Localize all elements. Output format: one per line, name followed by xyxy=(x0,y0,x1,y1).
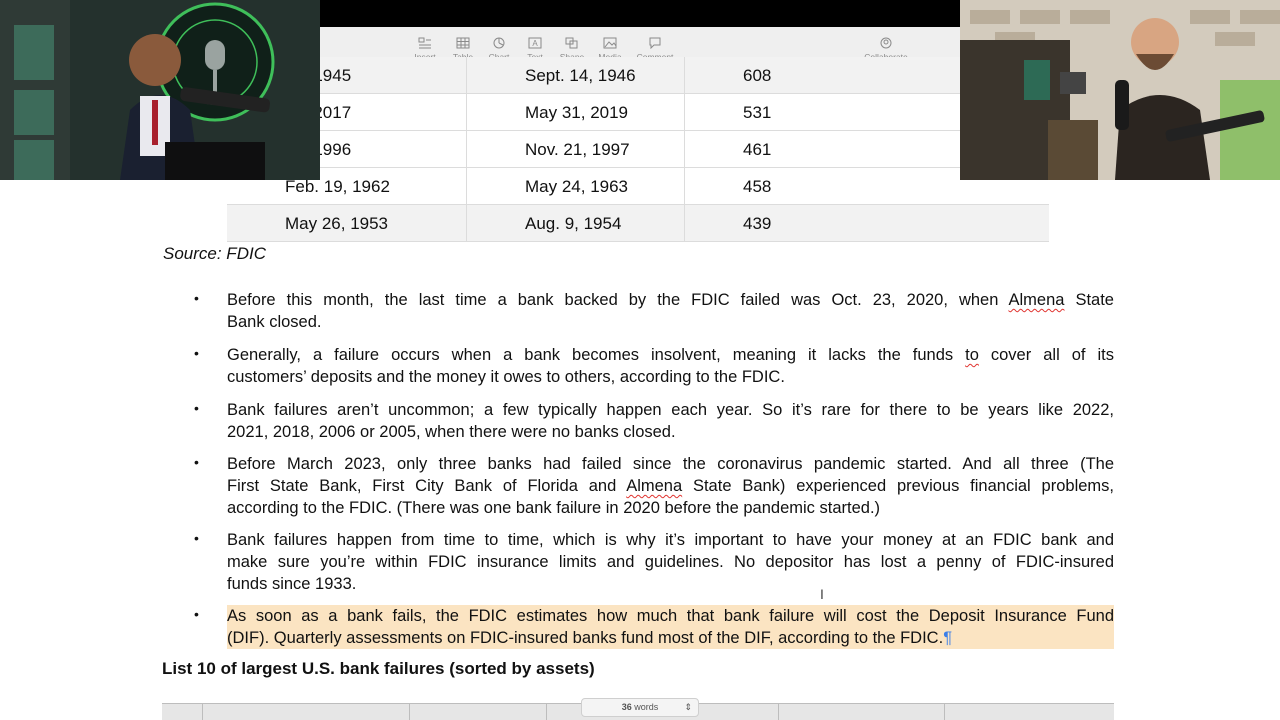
bullet-marker: • xyxy=(194,530,199,546)
insert-icon xyxy=(418,37,431,49)
shape-icon xyxy=(565,37,578,49)
end-date-cell[interactable]: Aug. 9, 1954 xyxy=(467,205,685,242)
list-item-text[interactable]: Before March 2023, only three banks had … xyxy=(227,453,1114,519)
misspelled-word[interactable]: Almena xyxy=(1009,291,1065,309)
book-cover-left xyxy=(14,25,54,80)
text-line: Bank failures happen from time to time, … xyxy=(227,531,1114,549)
word-count-number: 36 xyxy=(621,702,632,712)
text-line: make sure you’re within FDIC insurance l… xyxy=(227,553,1114,571)
start-date-cell[interactable]: May 26, 1953 xyxy=(227,205,467,242)
text-cursor-icon: I xyxy=(820,586,824,602)
comment-icon xyxy=(649,37,661,49)
misspelled-word[interactable]: to xyxy=(965,346,979,364)
table-row: Feb. 19, 1962 May 24, 1963 458 xyxy=(227,168,1049,205)
end-date-cell[interactable]: Sept. 14, 1946 xyxy=(467,57,685,94)
text-line: As soon as a bank fails, the FDIC estima… xyxy=(227,607,1114,625)
media-icon xyxy=(603,37,617,49)
misspelled-word[interactable]: Almena xyxy=(626,477,682,495)
section-heading: List 10 of largest U.S. bank failures (s… xyxy=(162,659,595,678)
text-icon: A xyxy=(528,37,542,49)
bullet-marker: • xyxy=(194,606,199,622)
table-row: 15, 2017May 31, 2019531 xyxy=(227,94,1049,131)
bullet-marker: • xyxy=(194,454,199,470)
days-cell[interactable]: 439 xyxy=(685,205,1049,242)
bullet-marker: • xyxy=(194,290,199,306)
source-caption: Source: FDIC xyxy=(163,244,266,263)
text-line: Bank failures aren’t uncommon; a few typ… xyxy=(227,401,1114,419)
collaborate-icon xyxy=(880,37,892,49)
text-line: Generally, a failure occurs when a bank … xyxy=(227,346,1114,364)
text-line: customers’ deposits and the money it owe… xyxy=(227,368,785,386)
end-date-cell[interactable]: May 31, 2019 xyxy=(467,94,685,131)
table-icon xyxy=(456,37,470,49)
svg-text:A: A xyxy=(532,39,538,48)
window-top-bar xyxy=(320,0,960,27)
webcam-guest-right xyxy=(960,0,1280,180)
laptop xyxy=(165,142,265,180)
list-item-text[interactable]: Bank failures happen from time to time, … xyxy=(227,529,1114,595)
list-item-text[interactable]: Generally, a failure occurs when a bank … xyxy=(227,344,1114,388)
text-line: Before March 2023, only three banks had … xyxy=(227,455,1114,473)
text-line: according to the FDIC. (There was one ba… xyxy=(227,499,881,517)
word-count-unit: words xyxy=(634,702,659,712)
stepper-chevron-icon: ⇕ xyxy=(684,702,692,712)
word-count-button[interactable]: 36 words ⇕ xyxy=(581,698,699,717)
webcam-host-left xyxy=(0,0,320,180)
bullet-marker: • xyxy=(194,345,199,361)
text-line: Before this month, the last time a bank … xyxy=(227,291,1114,309)
table-row: 13, 1945Sept. 14, 1946608 xyxy=(227,57,1049,94)
text-line: (DIF). Quarterly assessments on FDIC-ins… xyxy=(227,629,953,647)
bullet-marker: • xyxy=(194,400,199,416)
book-cover-right xyxy=(1024,60,1050,100)
table-row: 16, 1996Nov. 21, 1997461 xyxy=(227,131,1049,168)
text-line: First State Bank, First City Bank of Flo… xyxy=(227,477,1114,495)
list-item-text[interactable]: Bank failures aren’t uncommon; a few typ… xyxy=(227,399,1114,443)
text-line: Bank closed. xyxy=(227,313,322,331)
list-item-text[interactable]: As soon as a bank fails, the FDIC estima… xyxy=(227,605,1114,649)
paragraph-mark-icon: ¶ xyxy=(943,629,953,647)
table-row: May 26, 1953 Aug. 9, 1954 439 xyxy=(227,205,1049,242)
list-item-text[interactable]: Before this month, the last time a bank … xyxy=(227,289,1114,333)
chart-icon xyxy=(493,37,505,49)
text-line: funds since 1933. xyxy=(227,575,357,593)
end-date-cell[interactable]: Nov. 21, 1997 xyxy=(467,131,685,168)
end-date-cell[interactable]: May 24, 1963 xyxy=(467,168,685,205)
text-line: 2021, 2018, 2006 or 2005, when there wer… xyxy=(227,423,676,441)
